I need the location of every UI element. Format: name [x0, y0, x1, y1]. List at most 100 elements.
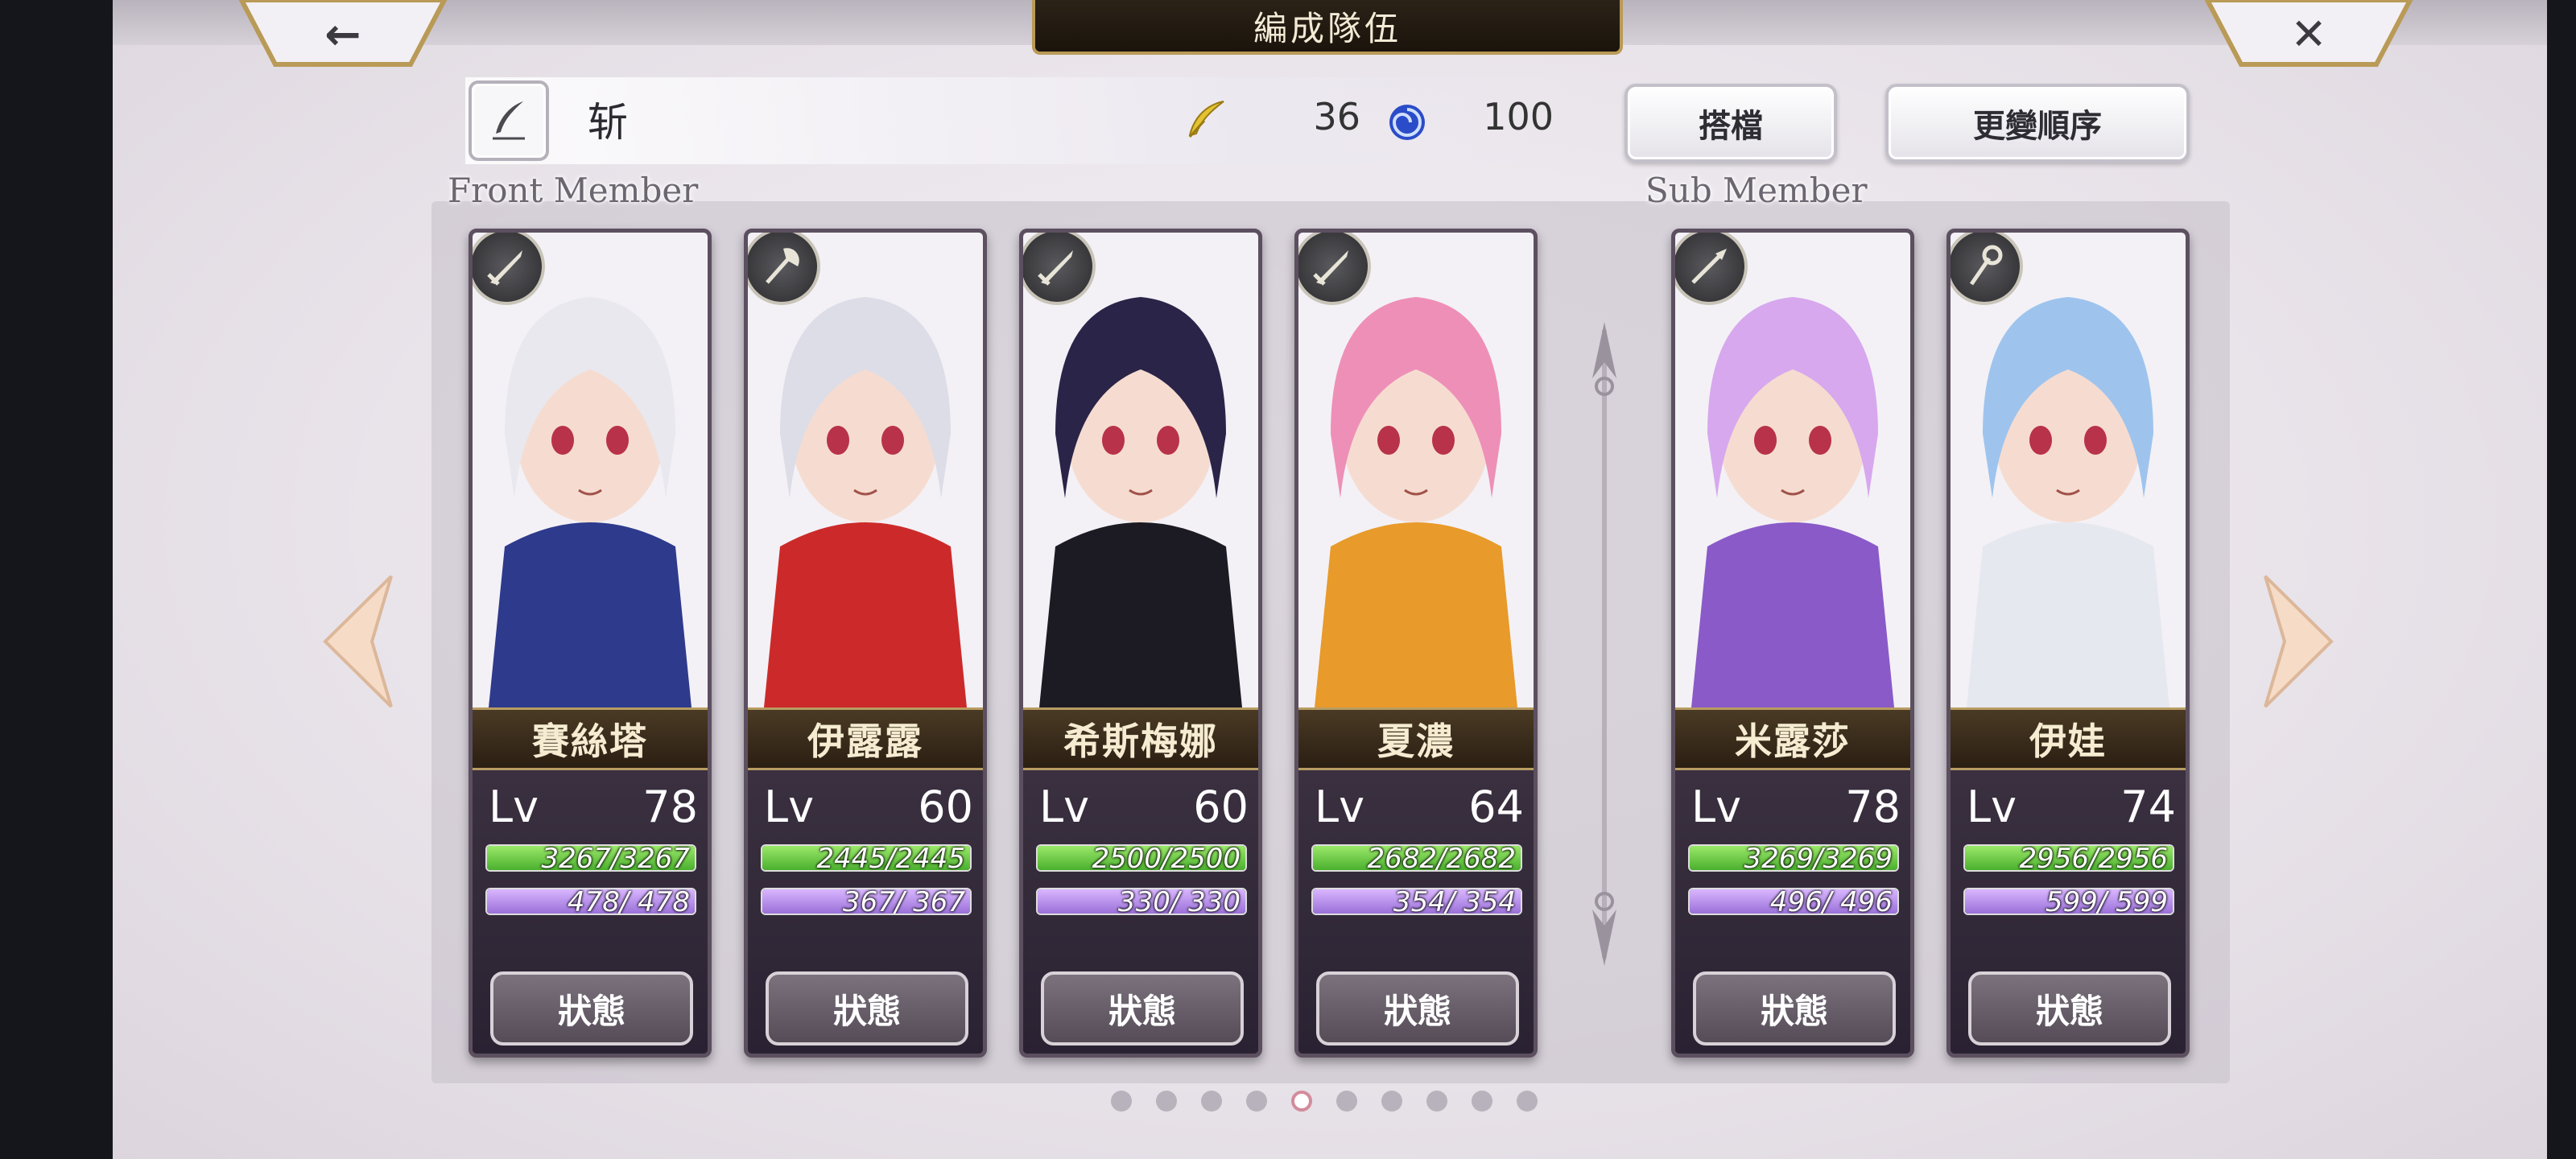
mp-value: 496/ 496	[1761, 888, 1893, 915]
max-cost-value: 100	[1483, 95, 1554, 138]
level-row: Lv 60	[764, 778, 973, 835]
level-value: 64	[1468, 781, 1524, 832]
stats-panel: Lv 60 2500/2500 330/ 330 狀態	[1023, 770, 1258, 1054]
status-button[interactable]: 狀態	[1316, 971, 1519, 1046]
close-icon: ✕	[2290, 8, 2327, 60]
stats-panel: Lv 78 3269/3269 496/ 496 狀態	[1675, 770, 1910, 1054]
mp-bar: 367/ 367	[761, 888, 972, 915]
mp-bar: 354/ 354	[1311, 888, 1522, 915]
character-name: 賽絲塔	[473, 707, 708, 770]
page-dot[interactable]	[1472, 1091, 1492, 1112]
mp-value: 367/ 367	[834, 888, 965, 915]
member-card[interactable]: 伊娃 Lv 74 2956/2956 599/ 599 狀態	[1946, 229, 2190, 1058]
mp-value: 354/ 354	[1385, 888, 1516, 915]
mp-bar: 599/ 599	[1963, 888, 2174, 915]
character-name: 伊露露	[748, 707, 983, 770]
level-label: Lv	[489, 781, 539, 832]
level-value: 74	[2120, 781, 2176, 832]
stats-panel: Lv 64 2682/2682 354/ 354 狀態	[1298, 770, 1534, 1054]
level-label: Lv	[764, 781, 815, 832]
hp-bar: 3269/3269	[1688, 844, 1899, 872]
character-name: 伊娃	[1951, 707, 2186, 770]
character-name: 米露莎	[1675, 707, 1910, 770]
cost-value: 36	[1313, 95, 1360, 138]
weapon-badge	[748, 233, 820, 305]
hp-value: 3267/3267	[541, 844, 690, 872]
member-card[interactable]: 米露莎 Lv 78 3269/3269 496/ 496 狀態	[1671, 229, 1914, 1058]
quill-icon	[493, 101, 525, 140]
page-dot[interactable]	[1336, 1091, 1357, 1112]
back-button[interactable]: ←	[238, 0, 448, 68]
level-value: 60	[918, 781, 973, 832]
hp-bar: 2500/2500	[1036, 844, 1247, 872]
level-label: Lv	[1315, 781, 1365, 832]
stats-panel: Lv 60 2445/2445 367/ 367 狀態	[748, 770, 983, 1054]
close-button[interactable]: ✕	[2204, 0, 2413, 68]
level-row: Lv 60	[1039, 778, 1249, 835]
page-dot[interactable]	[1426, 1091, 1447, 1112]
status-button[interactable]: 狀態	[1041, 971, 1244, 1046]
prev-page-arrow[interactable]	[322, 573, 394, 710]
swap-indicator	[1592, 322, 1616, 966]
level-row: Lv 78	[489, 778, 698, 835]
page-dot[interactable]	[1111, 1091, 1132, 1112]
status-button[interactable]: 狀態	[490, 971, 693, 1046]
page-title: 編成隊伍	[1032, 0, 1623, 55]
status-button[interactable]: 狀態	[1693, 971, 1896, 1046]
status-button[interactable]: 狀態	[1968, 971, 2171, 1046]
status-button[interactable]: 狀態	[766, 971, 968, 1046]
page-dot[interactable]	[1246, 1091, 1267, 1112]
partner-button[interactable]: 搭檔	[1624, 84, 1837, 163]
page-dot[interactable]	[1381, 1091, 1402, 1112]
mp-value: 599/ 599	[2037, 888, 2168, 915]
sword-icon	[487, 250, 522, 286]
member-card[interactable]: 賽絲塔 Lv 78 3267/3267 478/ 478 狀態	[469, 229, 712, 1058]
sub-member-label: Sub Member	[1645, 171, 1868, 210]
spear-icon	[1691, 249, 1727, 284]
page-dot[interactable]	[1517, 1091, 1538, 1112]
member-card[interactable]: 夏濃 Lv 64 2682/2682 354/ 354 狀態	[1294, 229, 1538, 1058]
change-order-button[interactable]: 更變順序	[1885, 84, 2190, 163]
level-label: Lv	[1039, 781, 1090, 832]
hp-value: 2445/2445	[816, 844, 965, 872]
character-name: 希斯梅娜	[1023, 707, 1258, 770]
mp-value: 478/ 478	[559, 888, 690, 915]
stats-panel: Lv 78 3267/3267 478/ 478 狀態	[473, 770, 708, 1054]
level-value: 60	[1193, 781, 1249, 832]
arrow-left-icon	[323, 575, 393, 708]
hp-value: 2682/2682	[1367, 844, 1516, 872]
front-member-label: Front Member	[448, 171, 699, 210]
level-row: Lv 74	[1967, 778, 2176, 835]
weapon-badge	[1298, 233, 1371, 305]
swirl-icon	[1389, 105, 1425, 140]
weapon-badge	[473, 233, 545, 305]
edit-name-button[interactable]	[469, 80, 549, 161]
weapon-badge	[1951, 233, 2023, 305]
next-page-arrow[interactable]	[2262, 573, 2334, 710]
page-dot[interactable]	[1156, 1091, 1177, 1112]
hp-bar: 2682/2682	[1311, 844, 1522, 872]
level-row: Lv 78	[1691, 778, 1901, 835]
mp-bar: 478/ 478	[485, 888, 696, 915]
level-value: 78	[642, 781, 698, 832]
page-dot[interactable]	[1201, 1091, 1222, 1112]
page-dot[interactable]	[1291, 1091, 1312, 1112]
hp-value: 2500/2500	[1092, 844, 1241, 872]
arrow-right-icon	[2264, 575, 2334, 708]
page-dots	[1111, 1091, 1538, 1112]
weapon-badge	[1023, 233, 1096, 305]
sword-icon	[1313, 250, 1348, 286]
level-label: Lv	[1967, 781, 2017, 832]
hp-bar: 3267/3267	[485, 844, 696, 872]
level-value: 78	[1845, 781, 1901, 832]
member-card[interactable]: 希斯梅娜 Lv 60 2500/2500 330/ 330 狀態	[1019, 229, 1262, 1058]
stats-panel: Lv 74 2956/2956 599/ 599 狀態	[1951, 770, 2186, 1054]
mp-bar: 496/ 496	[1688, 888, 1899, 915]
team-name: 斩	[588, 99, 628, 146]
hp-bar: 2956/2956	[1963, 844, 2174, 872]
weapon-badge	[1675, 233, 1748, 305]
staff-icon	[1969, 245, 2003, 286]
sword-icon	[1038, 250, 1073, 286]
hp-value: 2956/2956	[2019, 844, 2168, 872]
member-card[interactable]: 伊露露 Lv 60 2445/2445 367/ 367 狀態	[744, 229, 987, 1058]
